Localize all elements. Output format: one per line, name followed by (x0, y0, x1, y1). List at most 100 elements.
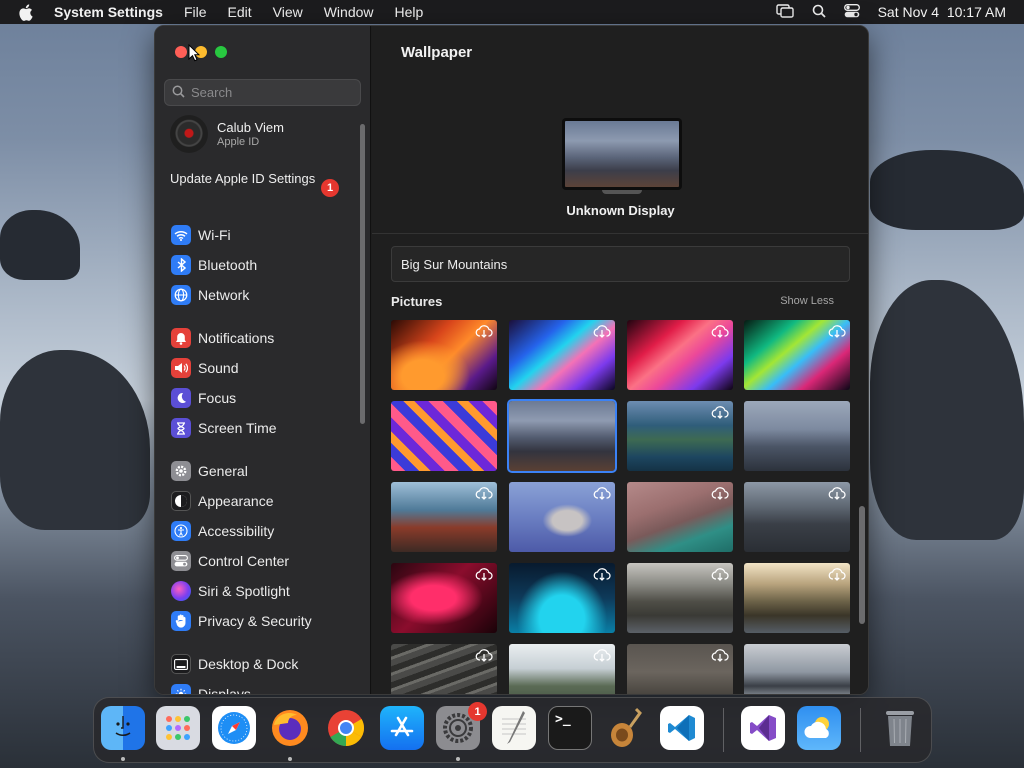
wallpaper-thumbnail-coastline[interactable] (509, 644, 615, 694)
close-button[interactable] (175, 46, 187, 58)
spotlight-search-icon[interactable] (812, 4, 826, 21)
mouse-cursor (188, 43, 201, 67)
background-rock (870, 150, 1024, 230)
sidebar-item-label: Wi-Fi (198, 227, 231, 243)
dock-visual-studio[interactable] (741, 706, 785, 750)
sidebar-item-accessibility[interactable]: Accessibility (171, 519, 274, 543)
sidebar-item-privacy-security[interactable]: Privacy & Security (171, 609, 312, 633)
sidebar-item-appearance[interactable]: Appearance (171, 489, 274, 513)
cloud-download-icon (711, 648, 729, 662)
display-preview[interactable] (562, 118, 682, 190)
dock-launchpad[interactable] (156, 706, 200, 750)
bluetooth-icon (171, 255, 191, 275)
sidebar-item-control-center[interactable]: Control Center (171, 549, 289, 573)
sidebar-item-siri-spotlight[interactable]: Siri & Spotlight (171, 579, 290, 603)
wallpaper-thumbnail-macbook-pro-pink[interactable] (627, 320, 733, 390)
wallpaper-thumbnail-cloudy-sea[interactable] (627, 644, 733, 694)
sidebar-item-displays[interactable]: Displays (171, 682, 251, 694)
dock-textedit[interactable] (492, 706, 536, 750)
sidebar-item-screen-time[interactable]: Screen Time (171, 416, 277, 440)
wallpaper-thumbnail-big-sur-coast[interactable] (627, 401, 733, 471)
cloud-download-icon (593, 567, 611, 581)
sidebar-scrollbar[interactable] (360, 124, 365, 424)
dock-trash[interactable] (878, 706, 922, 750)
dock-weather[interactable] (797, 706, 841, 750)
update-badge: 1 (321, 179, 339, 197)
display-preview-wallpaper (565, 121, 679, 187)
sidebar-item-label: General (198, 463, 248, 479)
zoom-button[interactable] (215, 46, 227, 58)
sidebar-item-label: Desktop & Dock (198, 656, 299, 672)
wallpaper-thumbnail-layered-rocks[interactable] (391, 644, 497, 694)
sidebar-item-desktop-dock[interactable]: Desktop & Dock (171, 652, 298, 676)
menu-view[interactable]: View (273, 4, 303, 20)
accessibility-icon (171, 521, 191, 541)
wifi-icon (171, 225, 191, 245)
dock-terminal[interactable]: >_ (548, 706, 592, 750)
wallpaper-thumbnail-macbook-pro-orange[interactable] (391, 320, 497, 390)
running-indicator (121, 757, 125, 761)
dock-separator (723, 708, 724, 752)
wallpaper-thumbnail-catalina-hills[interactable] (627, 563, 733, 633)
running-indicator (288, 757, 292, 761)
wallpaper-thumbnail-red-plant[interactable] (391, 563, 497, 633)
sidebar-item-label: Screen Time (198, 420, 277, 436)
search-field[interactable] (164, 79, 361, 106)
menu-clock[interactable]: Sat Nov 4 10:17 AM (878, 4, 1006, 20)
menu-help[interactable]: Help (395, 4, 424, 20)
apple-id-account[interactable]: Calub Viem Apple ID (170, 114, 284, 154)
wallpaper-thumbnail-blue-coral[interactable] (509, 563, 615, 633)
dock-finder[interactable] (101, 706, 145, 750)
dock-firefox[interactable] (268, 706, 312, 750)
display-name: Unknown Display (566, 203, 675, 218)
sidebar-item-sound[interactable]: Sound (171, 356, 238, 380)
sidebar-item-label: Network (198, 287, 250, 303)
menu-edit[interactable]: Edit (228, 4, 252, 20)
search-input[interactable] (191, 85, 351, 100)
show-less-button[interactable]: Show Less (780, 295, 834, 307)
wallpaper-thumbnail-catalina-sunset[interactable] (744, 563, 850, 633)
menu-app-name[interactable]: System Settings (54, 4, 163, 20)
apple-icon[interactable] (18, 3, 36, 21)
sidebar-item-network[interactable]: Network (171, 283, 249, 307)
background-rock (870, 280, 1024, 540)
sidebar-item-bluetooth[interactable]: Bluetooth (171, 253, 257, 277)
wallpaper-thumbnail-macbook-pro-green[interactable] (744, 320, 850, 390)
sidebar-item-label: Privacy & Security (198, 613, 312, 629)
content-scrollbar[interactable] (859, 506, 865, 624)
wallpaper-thumbnail-big-sur-road[interactable] (744, 482, 850, 552)
sidebar-item-focus[interactable]: Focus (171, 386, 236, 410)
wallpaper-thumbnail-big-sur-cliff[interactable] (627, 482, 733, 552)
dock-app-store[interactable] (380, 706, 424, 750)
menu-window[interactable]: Window (324, 4, 374, 20)
dock-chrome[interactable] (324, 706, 368, 750)
dock-icon (171, 654, 191, 674)
wallpaper-thumbnail-big-sur-rocks[interactable] (744, 401, 850, 471)
sidebar-item-label: Control Center (198, 553, 290, 569)
wallpaper-thumbnail-big-sur-shore[interactable] (391, 482, 497, 552)
sidebar-item-wifi[interactable]: Wi-Fi (171, 223, 231, 247)
wallpaper-thumbnail-big-sur-graphic[interactable] (391, 401, 497, 471)
wallpaper-thumbnail-macbook-pro-blue[interactable] (509, 320, 615, 390)
wallpaper-pane: Wallpaper Unknown Display Big Sur Mounta… (372, 26, 868, 694)
wallpaper-thumbnail-big-sur-mountains[interactable] (507, 399, 617, 473)
dock-separator (860, 708, 861, 752)
moon-icon (171, 388, 191, 408)
control-center-icon[interactable] (843, 3, 860, 21)
dock-vscode[interactable] (660, 706, 704, 750)
sidebar-item-general[interactable]: General (171, 459, 248, 483)
hourglass-icon (171, 418, 191, 438)
wallpaper-thumbnail-catalina-island[interactable] (744, 644, 850, 694)
screen-mirroring-icon[interactable] (775, 3, 794, 21)
update-apple-id-settings[interactable]: Update Apple ID Settings (170, 171, 340, 187)
control-center-icon (171, 551, 191, 571)
dock-instruments[interactable] (604, 706, 648, 750)
current-wallpaper-name[interactable]: Big Sur Mountains (391, 246, 850, 282)
wallpaper-thumbnail-big-sur-island[interactable] (509, 482, 615, 552)
menu-file[interactable]: File (184, 4, 207, 20)
sidebar-item-notifications[interactable]: Notifications (171, 326, 274, 350)
dock-safari[interactable] (212, 706, 256, 750)
pictures-label: Pictures (391, 294, 443, 309)
cloud-download-icon (475, 648, 493, 662)
sidebar: Calub Viem Apple ID Update Apple ID Sett… (155, 26, 371, 694)
